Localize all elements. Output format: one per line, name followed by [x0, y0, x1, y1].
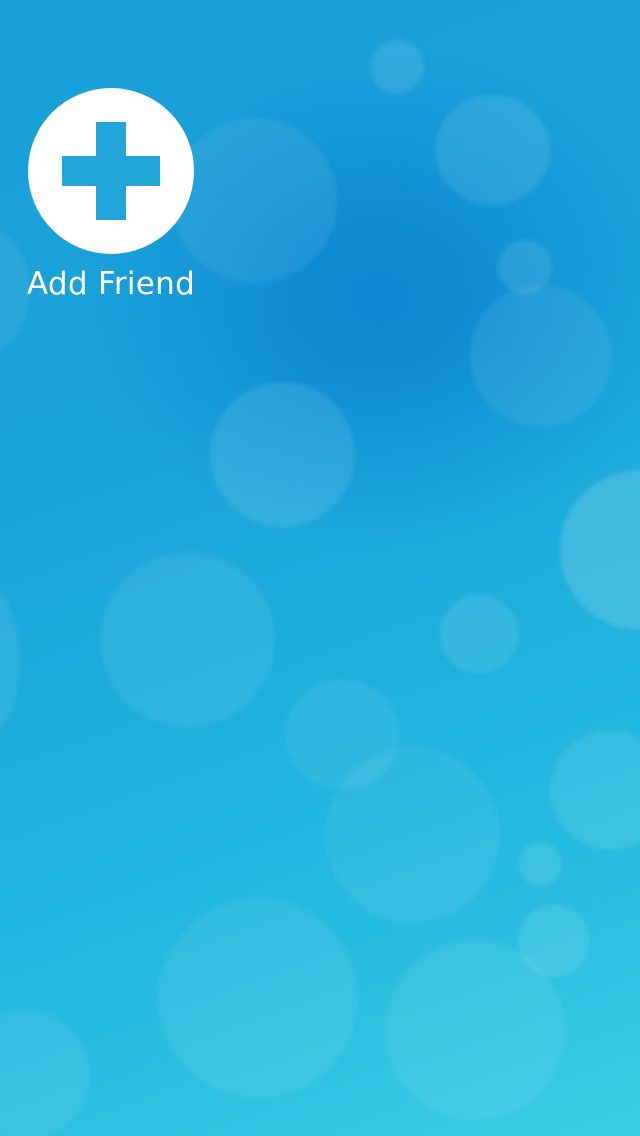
bokeh-circle	[435, 95, 550, 205]
bokeh-circle	[158, 898, 358, 1098]
bokeh-circle	[370, 40, 424, 94]
bokeh-circle	[100, 552, 275, 727]
add-friend-label: Add Friend	[26, 266, 196, 302]
bokeh-circle	[0, 580, 20, 740]
bokeh-circle	[440, 595, 518, 673]
bokeh-circle	[210, 382, 355, 527]
friends-screen-background: Add Friend	[0, 0, 640, 1136]
bokeh-circle	[550, 730, 640, 850]
bokeh-circle	[518, 842, 562, 886]
bokeh-circle	[0, 1010, 90, 1136]
bokeh-circle	[560, 470, 640, 630]
bokeh-circle	[385, 940, 565, 1120]
add-friend-button[interactable]: Add Friend	[16, 88, 206, 302]
add-friend-circle[interactable]	[28, 88, 194, 254]
bokeh-circle	[325, 748, 500, 923]
bokeh-circle	[470, 285, 612, 427]
plus-icon-bar	[62, 156, 160, 186]
